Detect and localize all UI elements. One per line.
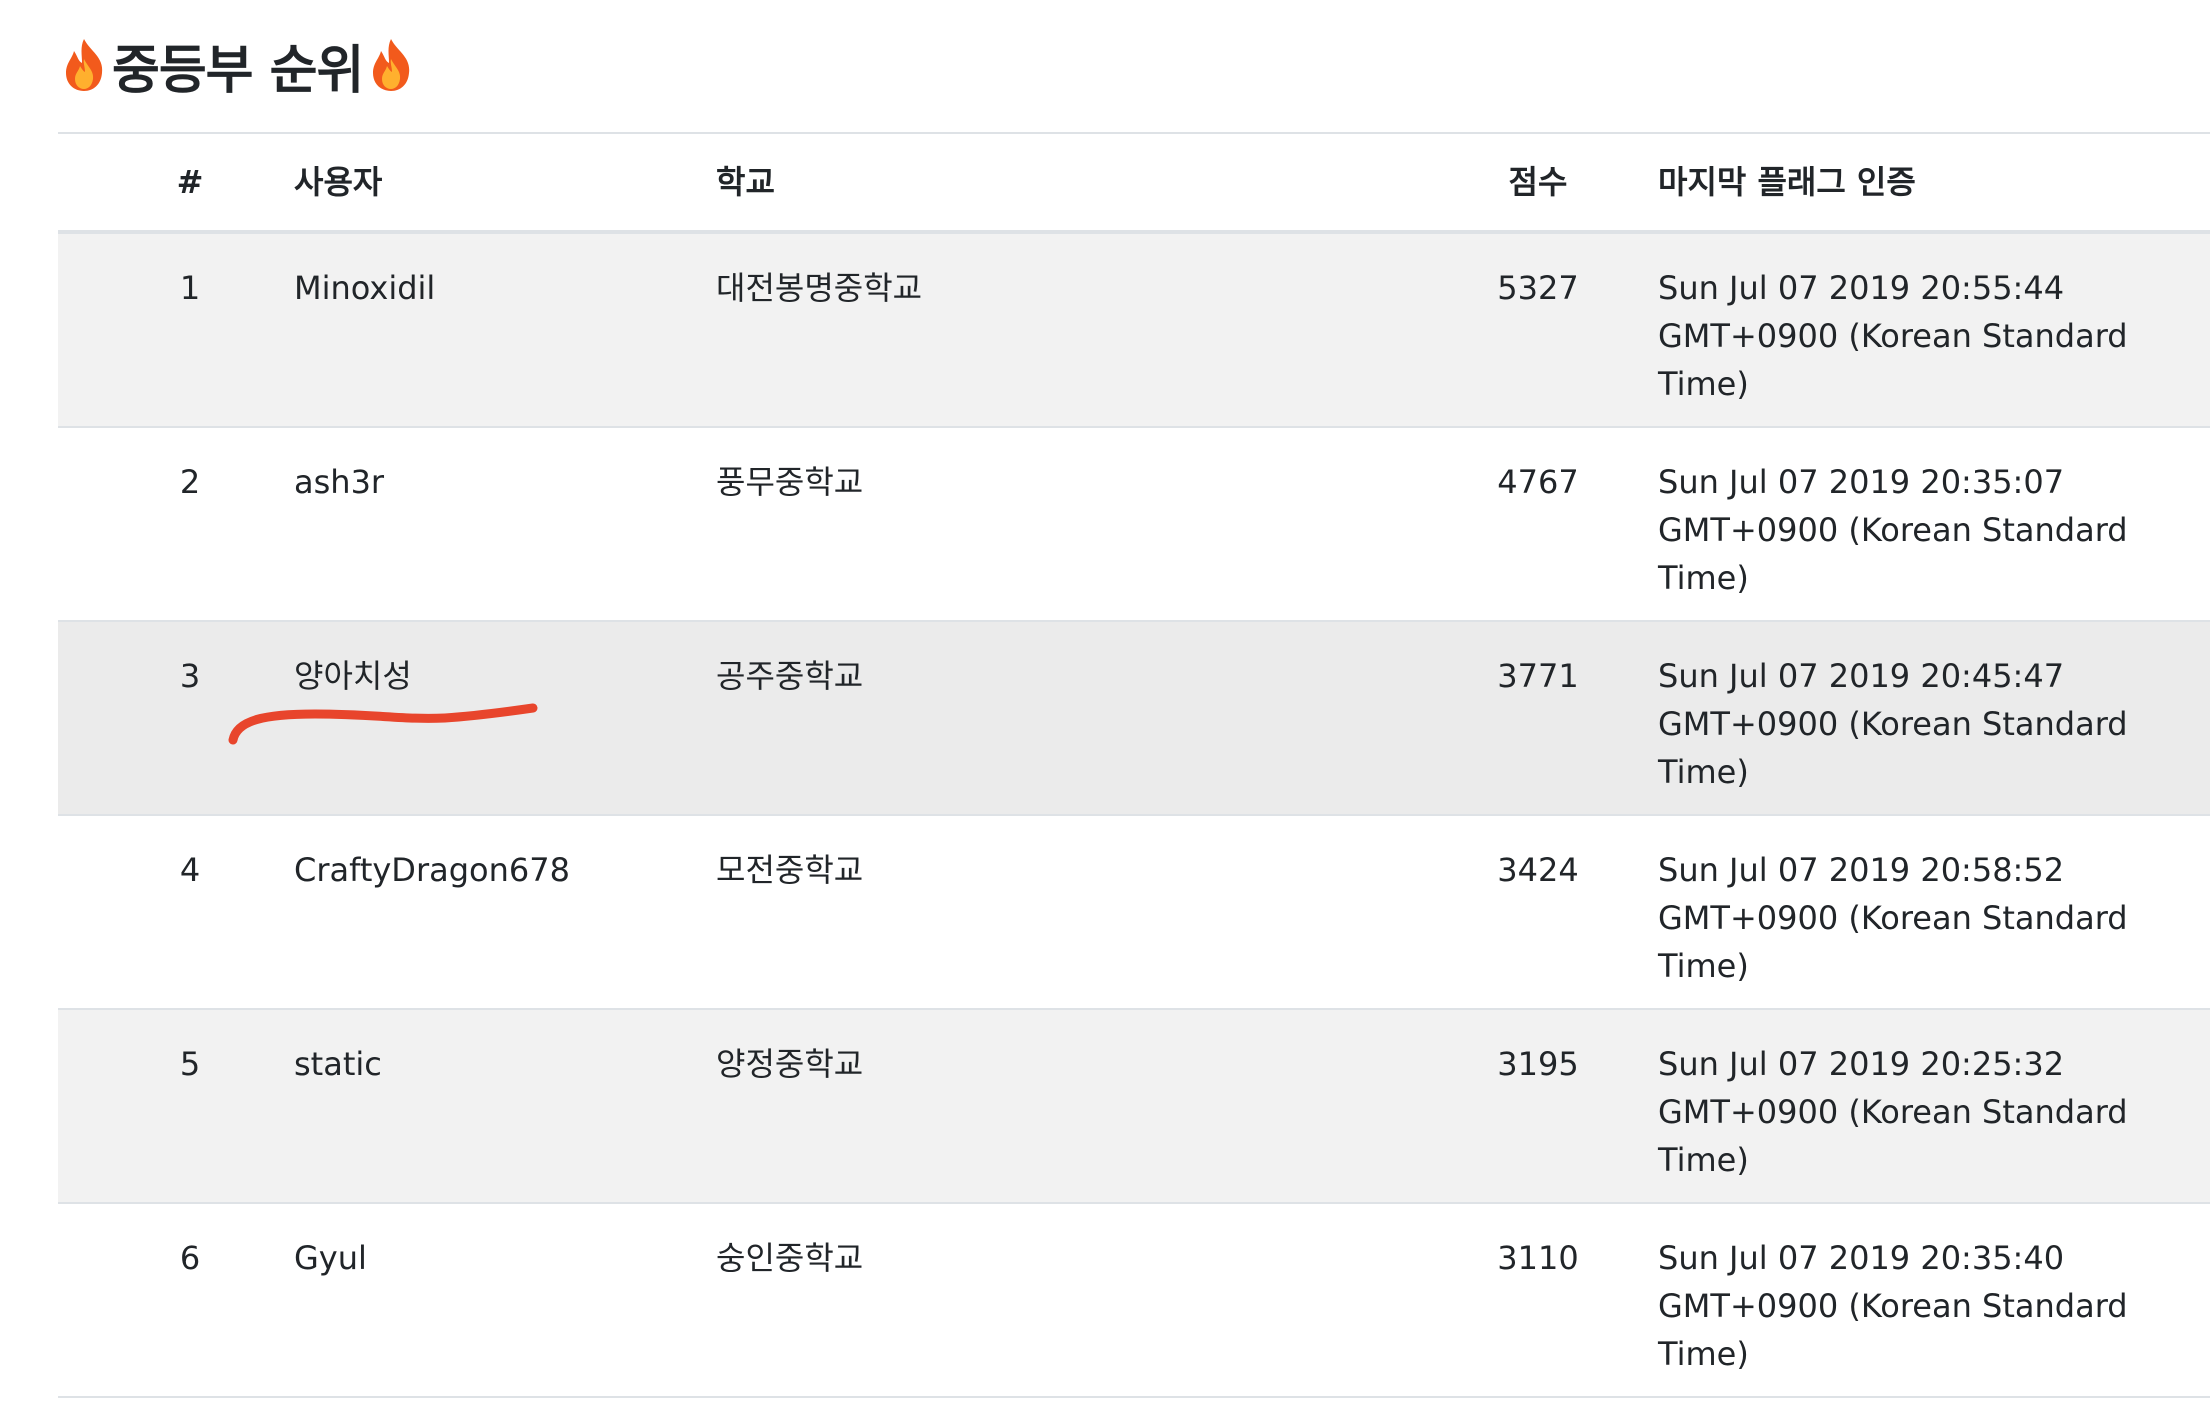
fire-icon <box>367 37 415 93</box>
time-cell: Sun Jul 07 2019 20:58:52 GMT+0900 (Korea… <box>1658 851 2128 985</box>
table-row: 1 Minoxidil 대전봉명중학교 5327 Sun Jul 07 2019… <box>58 234 2210 428</box>
table-header: # 사용자 학교 점수 마지막 플래그 인증 <box>58 134 2210 234</box>
score-cell: 3771 <box>1497 657 1579 695</box>
user-cell: ash3r <box>294 463 385 501</box>
score-cell: 3195 <box>1497 1045 1579 1083</box>
school-cell: 대전봉명중학교 <box>716 269 923 307</box>
school-cell: 공주중학교 <box>716 657 864 695</box>
school-cell: 모전중학교 <box>716 851 864 889</box>
rank-cell: 4 <box>179 851 201 889</box>
rank-cell: 2 <box>179 463 201 501</box>
header-score: 점수 <box>1508 163 1568 201</box>
rank-cell: 6 <box>179 1239 201 1277</box>
header-user: 사용자 <box>294 163 383 201</box>
score-cell: 3110 <box>1497 1239 1579 1277</box>
time-cell: Sun Jul 07 2019 20:55:44 GMT+0900 (Korea… <box>1658 269 2128 403</box>
score-cell: 4767 <box>1497 463 1579 501</box>
rank-cell: 1 <box>179 269 201 307</box>
rank-cell: 3 <box>179 657 201 695</box>
time-cell: Sun Jul 07 2019 20:45:47 GMT+0900 (Korea… <box>1658 657 2128 791</box>
page-title-text: 중등부 순위 <box>112 40 364 101</box>
time-cell: Sun Jul 07 2019 20:25:32 GMT+0900 (Korea… <box>1658 1045 2128 1179</box>
page-title: 중등부 순위 <box>60 30 415 101</box>
school-cell: 양정중학교 <box>716 1045 864 1083</box>
rank-cell: 5 <box>179 1045 201 1083</box>
table-row: 6 Gyul 숭인중학교 3110 Sun Jul 07 2019 20:35:… <box>58 1204 2210 1398</box>
user-cell: Minoxidil <box>294 269 436 307</box>
user-cell: static <box>294 1045 382 1083</box>
table-row: 2 ash3r 풍무중학교 4767 Sun Jul 07 2019 20:35… <box>58 428 2210 622</box>
score-cell: 5327 <box>1497 269 1579 307</box>
time-cell: Sun Jul 07 2019 20:35:40 GMT+0900 (Korea… <box>1658 1239 2128 1373</box>
fire-icon <box>60 37 108 93</box>
table-row: 5 static 양정중학교 3195 Sun Jul 07 2019 20:2… <box>58 1010 2210 1204</box>
school-cell: 숭인중학교 <box>716 1239 864 1277</box>
user-cell: Gyul <box>294 1239 367 1277</box>
score-cell: 3424 <box>1497 851 1579 889</box>
school-cell: 풍무중학교 <box>716 463 864 501</box>
header-rank: # <box>176 163 204 201</box>
table-row: 3 양아치성 공주중학교 3771 Sun Jul 07 2019 20:45:… <box>58 622 2210 816</box>
user-cell: CraftyDragon678 <box>294 851 570 889</box>
table-row: 4 CraftyDragon678 모전중학교 3424 Sun Jul 07 … <box>58 816 2210 1010</box>
header-school: 학교 <box>716 163 775 201</box>
ranking-table: # 사용자 학교 점수 마지막 플래그 인증 1 Minoxidil 대전봉명중… <box>58 132 2210 1398</box>
time-cell: Sun Jul 07 2019 20:35:07 GMT+0900 (Korea… <box>1658 463 2128 597</box>
user-cell: 양아치성 <box>294 657 412 695</box>
header-last-auth: 마지막 플래그 인증 <box>1658 163 1916 201</box>
